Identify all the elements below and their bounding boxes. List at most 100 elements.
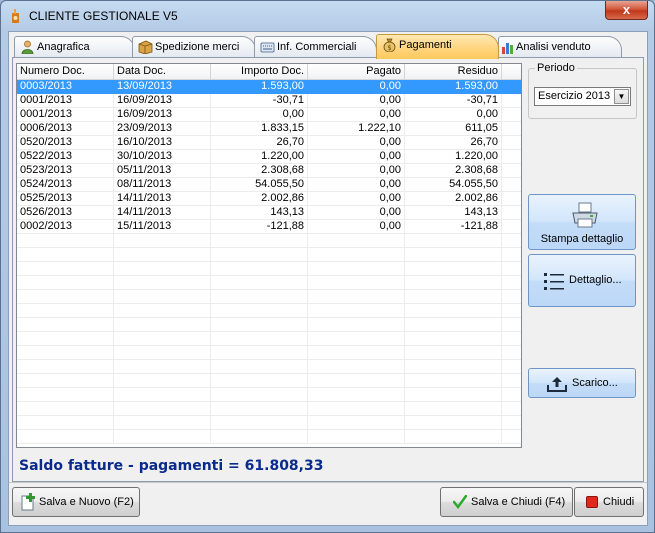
cell-residuo — [405, 248, 502, 262]
cell-filler — [502, 136, 521, 150]
chiudi-button[interactable]: Chiudi — [574, 487, 644, 517]
cell-pagato — [308, 248, 405, 262]
svg-text:$: $ — [387, 44, 391, 52]
cell-pagato: 0,00 — [308, 192, 405, 206]
cell-filler — [502, 388, 521, 402]
cell-data-doc — [114, 304, 211, 318]
cell-pagato — [308, 332, 405, 346]
tab-analisi-venduto[interactable]: Analisi venduto — [498, 36, 622, 58]
title-bar[interactable]: CLIENTE GESTIONALE V5 x — [1, 1, 654, 31]
cell-numero-doc: 0002/2013 — [17, 220, 114, 234]
table-row[interactable]: 0523/2013 05/11/2013 2.308,68 0,00 2.308,68 — [17, 164, 521, 178]
cell-residuo: 2.002,86 — [405, 192, 502, 206]
cell-pagato — [308, 276, 405, 290]
cell-numero-doc — [17, 304, 114, 318]
table-row-empty — [17, 276, 521, 290]
cell-filler — [502, 318, 521, 332]
upload-icon — [547, 377, 567, 392]
tab-inf-commerciali[interactable]: Inf. Commerciali — [254, 36, 377, 58]
cell-numero-doc: 0006/2013 — [17, 122, 114, 136]
scarico-button[interactable]: Scarico... — [528, 368, 636, 398]
cell-data-doc — [114, 360, 211, 374]
cell-data-doc — [114, 262, 211, 276]
cell-importo-doc: 143,13 — [211, 206, 308, 220]
cell-importo-doc — [211, 248, 308, 262]
cell-numero-doc — [17, 360, 114, 374]
table-row[interactable]: 0524/2013 08/11/2013 54.055,50 0,00 54.055,5… — [17, 178, 521, 192]
footer-divider — [9, 482, 647, 483]
cell-importo-doc: -30,71 — [211, 94, 308, 108]
app-window: CLIENTE GESTIONALE V5 x Anagrafica Spedi… — [0, 0, 655, 533]
bar-chart-icon — [502, 43, 513, 54]
column-header-numero-doc[interactable]: Numero Doc. — [17, 64, 114, 80]
dropdown-arrow-icon[interactable]: ▼ — [614, 89, 629, 104]
cell-numero-doc — [17, 318, 114, 332]
cell-numero-doc: 0001/2013 — [17, 94, 114, 108]
column-header-residuo[interactable]: Residuo — [405, 64, 502, 80]
window-title: CLIENTE GESTIONALE V5 — [29, 9, 178, 23]
cell-filler — [502, 416, 521, 430]
cell-residuo — [405, 332, 502, 346]
salva-e-chiudi-button[interactable]: Salva e Chiudi (F4) — [440, 487, 573, 517]
cell-filler — [502, 360, 521, 374]
table-row[interactable]: 0001/2013 16/09/2013 -30,71 0,00 -30,71 — [17, 94, 521, 108]
cell-data-doc: 23/09/2013 — [114, 122, 211, 136]
tab-spedizione-merci[interactable]: Spedizione merci — [132, 36, 256, 58]
table-row[interactable]: 0001/2013 16/09/2013 0,00 0,00 0,00 — [17, 108, 521, 122]
cell-data-doc — [114, 248, 211, 262]
salva-e-nuovo-button[interactable]: Salva e Nuovo (F2) — [12, 487, 140, 517]
periodo-group: Periodo Esercizio 2013 ▼ — [528, 62, 637, 119]
tab-anagrafica[interactable]: Anagrafica — [14, 36, 135, 58]
column-header-data-doc[interactable]: Data Doc. — [114, 64, 211, 80]
cell-numero-doc: 0523/2013 — [17, 164, 114, 178]
cell-residuo: 26,70 — [405, 136, 502, 150]
window-close-button[interactable]: x — [605, 1, 648, 20]
cell-filler — [502, 332, 521, 346]
table-row-empty — [17, 318, 521, 332]
table-row[interactable]: 0006/2013 23/09/2013 1.833,15 1.222,10 611,0… — [17, 122, 521, 136]
stampa-dettaglio-button[interactable]: Stampa dettaglio — [528, 194, 636, 250]
table-row[interactable]: 0526/2013 14/11/2013 143,13 0,00 143,13 — [17, 206, 521, 220]
cell-numero-doc: 0526/2013 — [17, 206, 114, 220]
periodo-select[interactable]: Esercizio 2013 ▼ — [534, 87, 631, 106]
cell-numero-doc: 0524/2013 — [17, 178, 114, 192]
cell-numero-doc — [17, 276, 114, 290]
cell-importo-doc: 1.833,15 — [211, 122, 308, 136]
cell-data-doc: 05/11/2013 — [114, 164, 211, 178]
printer-icon — [572, 202, 598, 228]
pagamenti-panel: Numero Doc. Data Doc. Importo Doc. Pagat… — [12, 57, 644, 482]
cell-importo-doc — [211, 374, 308, 388]
cell-residuo — [405, 234, 502, 248]
cell-data-doc — [114, 430, 211, 444]
cell-data-doc — [114, 234, 211, 248]
cell-numero-doc — [17, 262, 114, 276]
cell-data-doc — [114, 290, 211, 304]
payments-grid[interactable]: Numero Doc. Data Doc. Importo Doc. Pagat… — [16, 63, 522, 448]
cell-data-doc: 15/11/2013 — [114, 220, 211, 234]
cell-residuo: -30,71 — [405, 94, 502, 108]
scarico-label: Scarico... — [572, 377, 618, 389]
cell-data-doc — [114, 416, 211, 430]
table-row[interactable]: 0522/2013 30/10/2013 1.220,00 0,00 1.220,00 — [17, 150, 521, 164]
cell-numero-doc — [17, 290, 114, 304]
client-area: Anagrafica Spedizione merci Inf. Commerc… — [8, 31, 648, 526]
dettaglio-button[interactable]: Dettaglio... — [528, 254, 636, 307]
column-header-pagato[interactable]: Pagato — [308, 64, 405, 80]
cell-numero-doc — [17, 332, 114, 346]
cell-residuo: 0,00 — [405, 108, 502, 122]
cell-pagato — [308, 402, 405, 416]
cell-importo-doc: 0,00 — [211, 108, 308, 122]
cell-residuo — [405, 346, 502, 360]
tab-pagamenti[interactable]: $ Pagamenti — [376, 34, 499, 59]
cell-importo-doc — [211, 290, 308, 304]
table-row-empty — [17, 416, 521, 430]
table-row[interactable]: 0003/2013 13/09/2013 1.593,00 0,00 1.593,00 — [17, 80, 521, 94]
cell-importo-doc: 1.220,00 — [211, 150, 308, 164]
table-row[interactable]: 0520/2013 16/10/2013 26,70 0,00 26,70 — [17, 136, 521, 150]
tab-label: Pagamenti — [399, 39, 452, 51]
box-icon — [138, 40, 153, 54]
table-row[interactable]: 0525/2013 14/11/2013 2.002,86 0,00 2.002,86 — [17, 192, 521, 206]
table-row[interactable]: 0002/2013 15/11/2013 -121,88 0,00 -121,88 — [17, 220, 521, 234]
table-row-empty — [17, 234, 521, 248]
column-header-importo-doc[interactable]: Importo Doc. — [211, 64, 308, 80]
